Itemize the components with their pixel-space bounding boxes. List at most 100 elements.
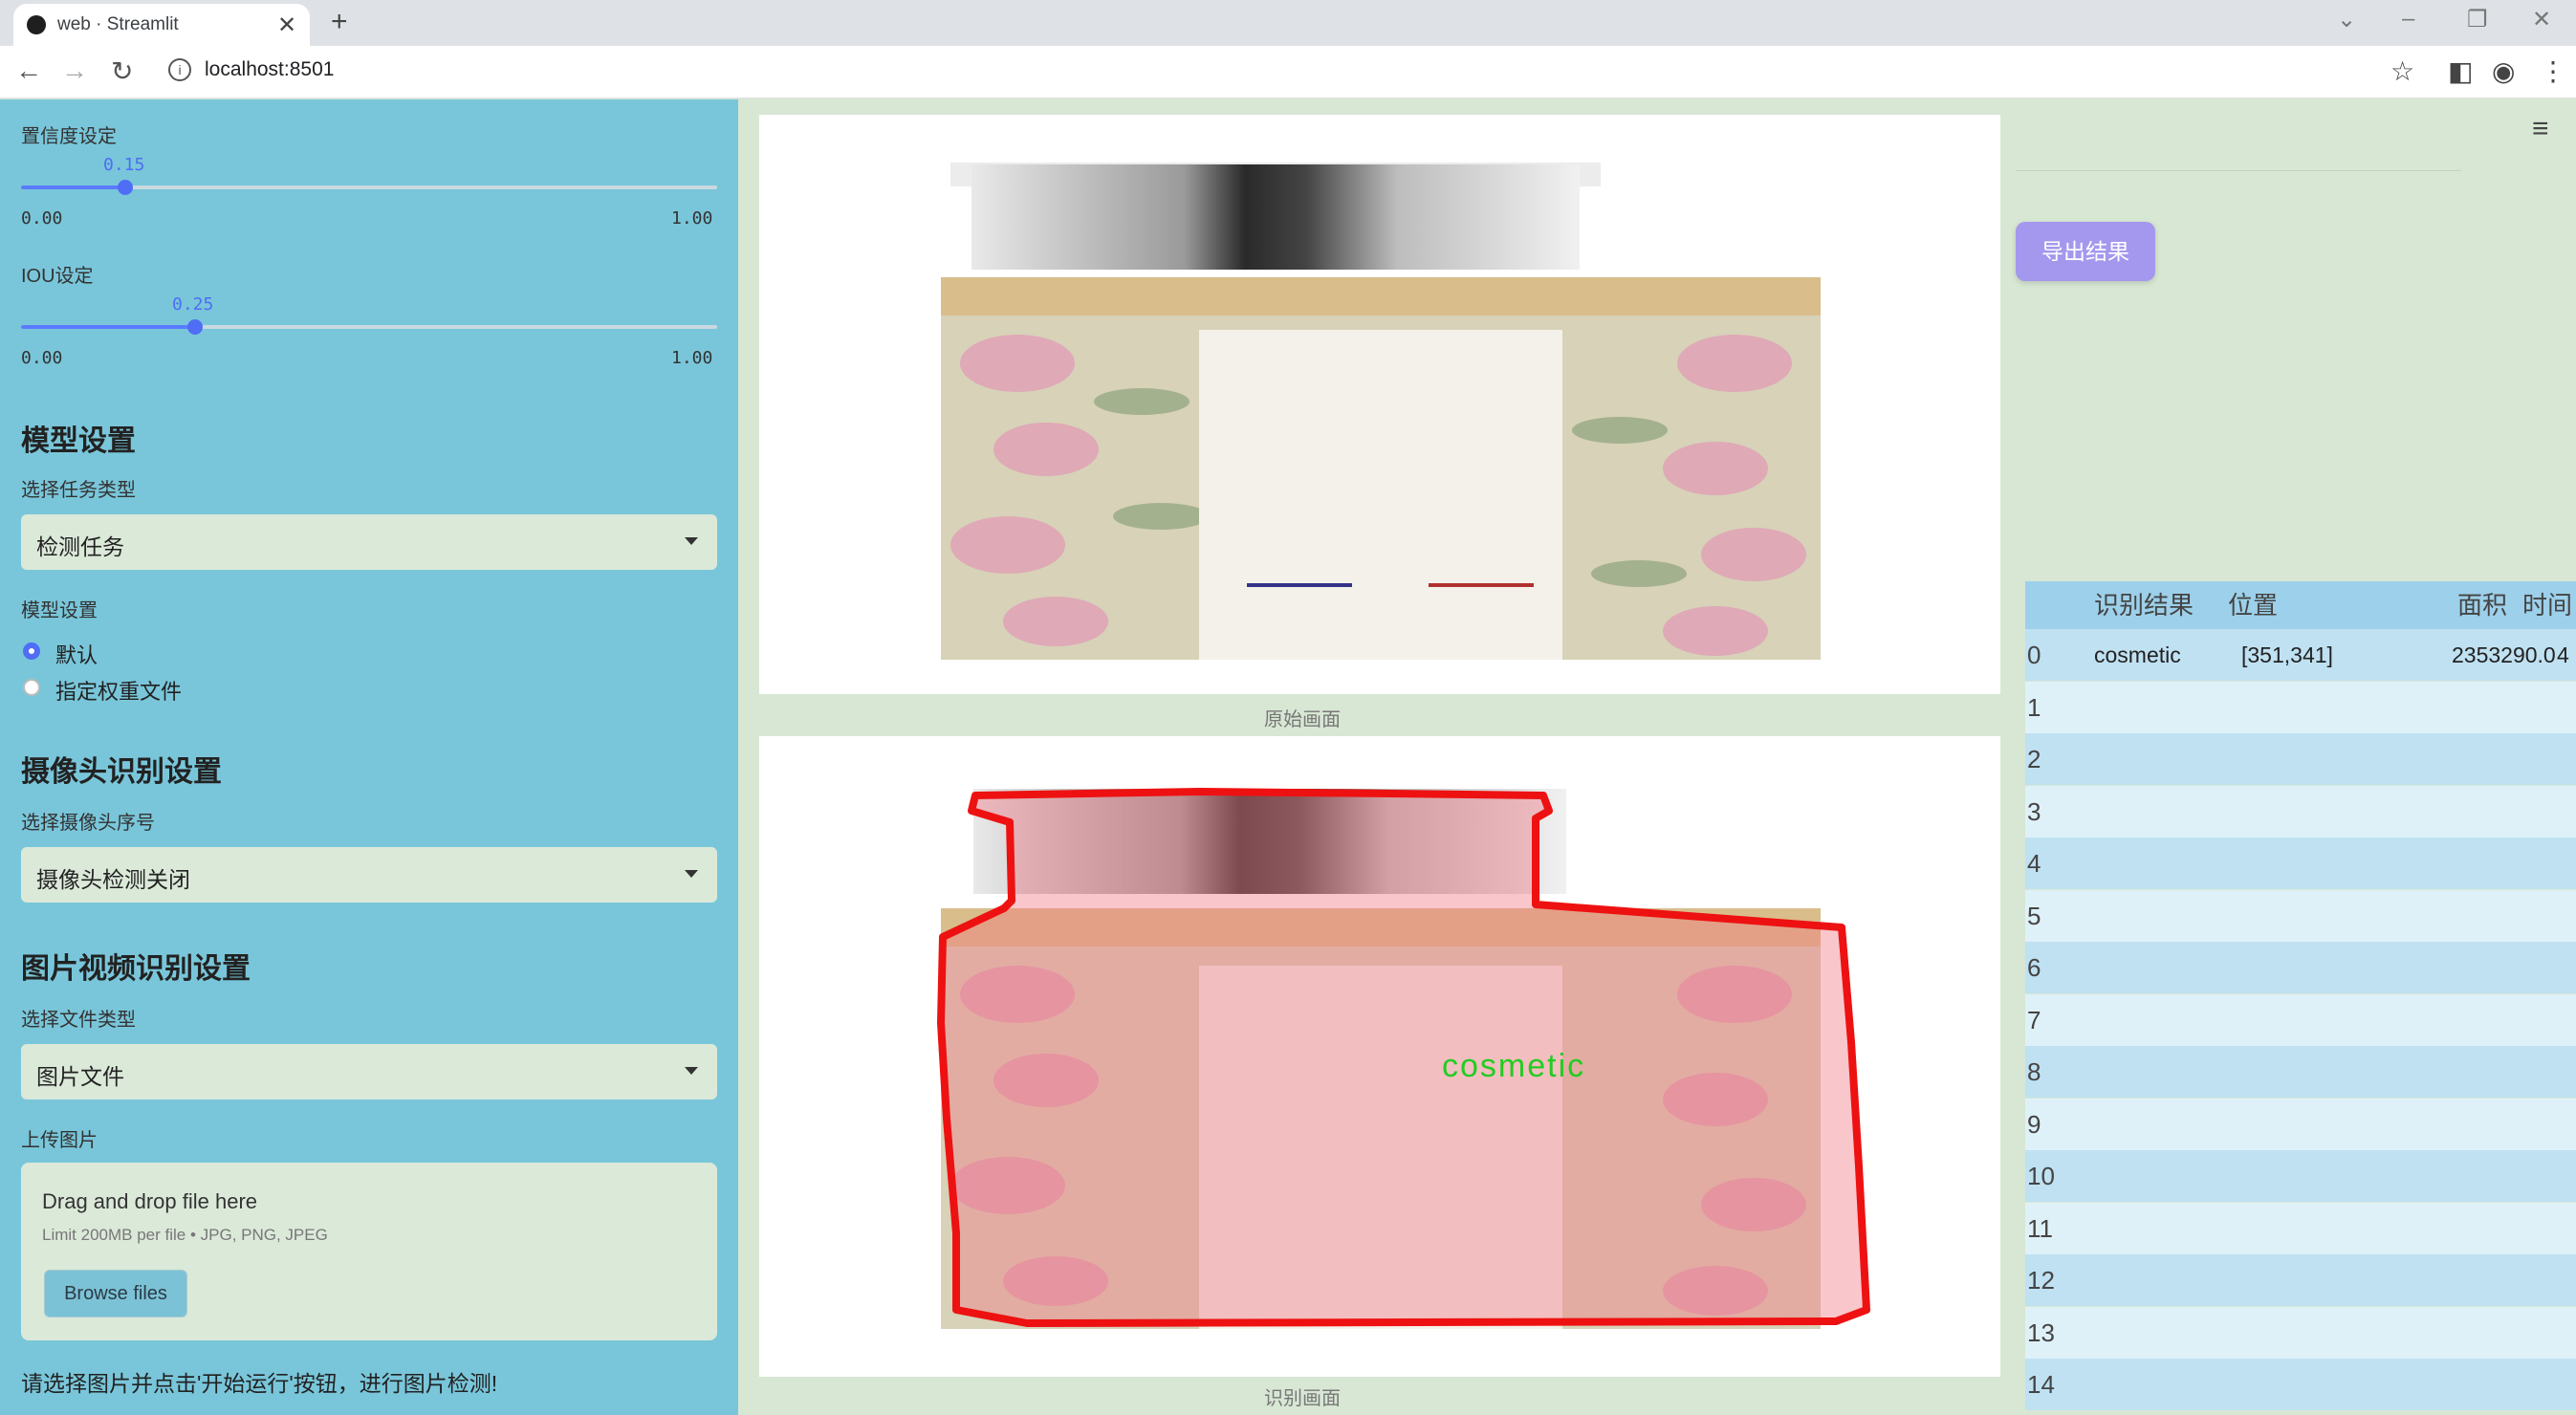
cell-time: 4	[2557, 642, 2569, 667]
table-row[interactable]: 1	[2025, 681, 2576, 733]
model-label: 模型设置	[21, 600, 98, 621]
row-index: 4	[2027, 849, 2041, 878]
cosmetic-jar-photo	[941, 163, 1821, 660]
browser-menu-icon[interactable]: ⋮	[2540, 55, 2566, 87]
table-row[interactable]: 6	[2025, 942, 2576, 993]
minimize-icon[interactable]: –	[2402, 6, 2414, 33]
iou-min: 0.00	[21, 348, 63, 368]
table-header-time[interactable]: 时间	[2515, 581, 2576, 629]
cell-area: 2353290.0	[2452, 642, 2556, 667]
table-row[interactable]: 11	[2025, 1202, 2576, 1254]
table-row[interactable]: 3	[2025, 785, 2576, 838]
iou-slider-thumb[interactable]	[187, 319, 203, 335]
row-index: 11	[2027, 1213, 2053, 1243]
table-row[interactable]: 7	[2025, 993, 2576, 1046]
hamburger-menu-icon[interactable]: ≡	[2532, 113, 2549, 145]
instruction-hint: 请选择图片并点击'开始运行'按钮，进行图片检测!	[21, 1371, 498, 1396]
detection-result-photo	[937, 788, 1870, 1329]
original-image	[759, 115, 2000, 694]
detection-label: cosmetic	[1442, 1048, 1586, 1084]
table-row[interactable]: 14	[2025, 1359, 2576, 1410]
row-index: 12	[2027, 1266, 2055, 1295]
task-type-select[interactable]: 检测任务	[21, 514, 717, 570]
close-tab-icon[interactable]: ✕	[277, 11, 296, 39]
browser-tab[interactable]: web · Streamlit ✕	[13, 4, 310, 46]
tab-search-chevron-icon[interactable]: ⌄	[2337, 6, 2356, 33]
table-header-result[interactable]: 识别结果	[2079, 581, 2209, 629]
confidence-label: 置信度设定	[21, 126, 117, 147]
row-index: 8	[2027, 1057, 2041, 1086]
streamlit-favicon-icon	[27, 15, 46, 34]
table-row[interactable]: 2	[2025, 733, 2576, 785]
row-index: 14	[2027, 1370, 2055, 1399]
camera-settings-header: 摄像头识别设置	[21, 756, 222, 788]
row-index: 5	[2027, 901, 2041, 930]
file-type-value: 图片文件	[36, 1064, 124, 1089]
forward-arrow-icon[interactable]: →	[61, 55, 88, 86]
table-row[interactable]: 8	[2025, 1046, 2576, 1098]
browser-tab-bar: web · Streamlit ✕ + ⌄ – ❐ ✕	[0, 0, 2576, 46]
original-caption: 原始画面	[1264, 709, 1341, 730]
table-row[interactable]: 0 cosmetic [351,341] 2353290.0 4	[2025, 629, 2576, 681]
task-type-value: 检测任务	[36, 534, 124, 559]
dropzone-title: Drag and drop file here	[42, 1189, 258, 1213]
radio-custom-weights[interactable]	[23, 679, 40, 696]
radio-default[interactable]	[23, 642, 40, 660]
back-arrow-icon[interactable]: ←	[15, 55, 42, 86]
radio-default-label: 默认	[55, 643, 98, 667]
row-index: 13	[2027, 1317, 2055, 1347]
camera-index-select[interactable]: 摄像头检测关闭	[21, 847, 717, 903]
row-index: 9	[2027, 1109, 2041, 1139]
file-type-select[interactable]: 图片文件	[21, 1044, 717, 1099]
table-row[interactable]: 10	[2025, 1150, 2576, 1202]
row-index: 3	[2027, 796, 2041, 826]
iou-value: 0.25	[172, 294, 214, 315]
side-panel-icon[interactable]: ◧	[2448, 55, 2473, 87]
table-row[interactable]: 12	[2025, 1254, 2576, 1306]
detection-mask	[937, 788, 1870, 1327]
row-index: 2	[2027, 745, 2041, 773]
result-caption: 识别画面	[1264, 1388, 1341, 1409]
table-row[interactable]: 13	[2025, 1306, 2576, 1359]
dropzone-limit: Limit 200MB per file • JPG, PNG, JPEG	[42, 1226, 328, 1244]
profile-avatar-icon[interactable]: ◉	[2492, 55, 2515, 87]
upload-label: 上传图片	[21, 1130, 98, 1151]
restore-icon[interactable]: ❐	[2467, 6, 2488, 33]
iou-label: IOU设定	[21, 266, 94, 287]
table-row[interactable]: 9	[2025, 1098, 2576, 1150]
reload-icon[interactable]: ↻	[111, 55, 133, 87]
result-image: cosmetic	[759, 736, 2000, 1377]
iou-slider-fill	[21, 325, 195, 329]
url-field[interactable]: localhost:8501	[205, 58, 334, 81]
confidence-slider-fill	[21, 185, 125, 189]
panel-divider	[2016, 170, 2461, 171]
cell-result: cosmetic	[2094, 642, 2181, 667]
row-index: 7	[2027, 1005, 2041, 1034]
file-dropzone[interactable]: Drag and drop file here Limit 200MB per …	[21, 1163, 717, 1340]
table-row[interactable]: 4	[2025, 838, 2576, 889]
site-info-icon[interactable]: i	[168, 58, 191, 81]
browse-files-button[interactable]: Browse files	[44, 1270, 187, 1317]
table-header-position[interactable]: 位置	[2209, 581, 2448, 629]
chevron-down-icon	[685, 870, 698, 878]
address-bar: ← → ↻ i localhost:8501 ☆ ◧ ◉ ⋮	[0, 46, 2576, 98]
cell-position: [351,341]	[2241, 642, 2333, 667]
row-index: 6	[2027, 953, 2041, 982]
row-index: 1	[2027, 692, 2041, 722]
export-results-button[interactable]: 导出结果	[2016, 222, 2155, 281]
table-header-area[interactable]: 面积	[2448, 581, 2515, 629]
model-settings-header: 模型设置	[21, 425, 136, 457]
radio-custom-weights-label: 指定权重文件	[55, 680, 183, 704]
close-window-icon[interactable]: ✕	[2532, 6, 2551, 33]
media-settings-header: 图片视频识别设置	[21, 953, 251, 985]
tab-title: web · Streamlit	[57, 14, 179, 34]
new-tab-icon[interactable]: +	[331, 6, 348, 38]
file-type-label: 选择文件类型	[21, 1010, 136, 1031]
table-row[interactable]: 5	[2025, 889, 2576, 942]
table-header-index	[2025, 581, 2079, 629]
confidence-slider-thumb[interactable]	[118, 180, 133, 195]
chevron-down-icon	[685, 537, 698, 545]
confidence-max: 1.00	[671, 208, 713, 229]
bookmark-star-icon[interactable]: ☆	[2390, 55, 2414, 87]
confidence-min: 0.00	[21, 208, 63, 229]
